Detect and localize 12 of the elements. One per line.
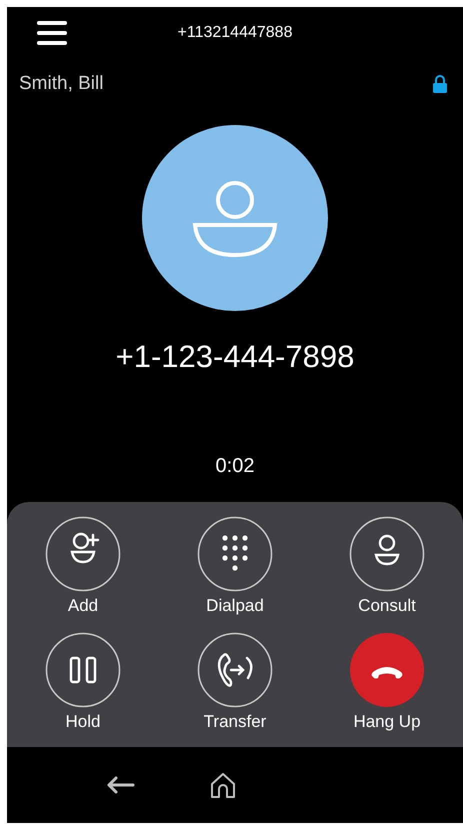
pause-icon (70, 656, 96, 683)
header-title: +113214447888 (178, 24, 292, 42)
caller-name: Smith, Bill (19, 73, 104, 95)
call-transfer-icon (218, 652, 252, 686)
person-icon (374, 534, 400, 566)
caller-number: +1-123-444-7898 (114, 339, 356, 375)
call-duration: 0:02 (214, 455, 256, 478)
add-person-icon (70, 532, 100, 564)
dialpad-icon (222, 535, 248, 571)
hang-up-icon (372, 666, 402, 678)
lock-icon (433, 75, 447, 93)
menu-icon[interactable] (36, 20, 68, 46)
